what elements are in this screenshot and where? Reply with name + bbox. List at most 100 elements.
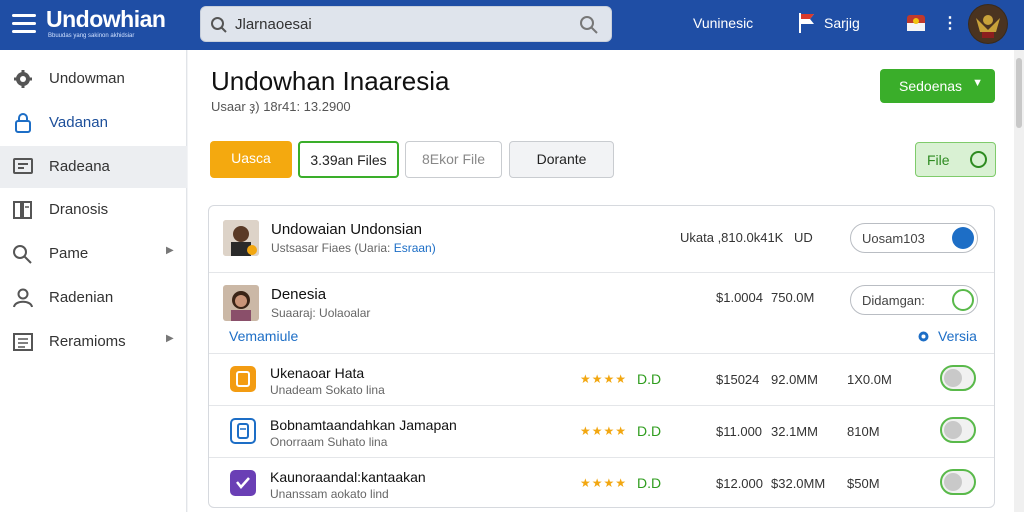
row-currency: UD xyxy=(794,230,813,245)
dorante-button[interactable]: Dorante xyxy=(509,141,614,178)
list-item[interactable]: Undowaian Undonsian Ustsasar Fiaes (Uari… xyxy=(209,206,994,272)
row-name: Bobnamtaandahkan Jamapan xyxy=(270,417,457,433)
row-rating: D.D xyxy=(637,423,662,439)
page-subtitle: Usaar ҙ) 18r41: 13.2900 xyxy=(211,99,351,114)
row-toggle[interactable] xyxy=(940,417,976,443)
app-icon xyxy=(230,366,256,392)
toggle-knob xyxy=(952,227,974,249)
document-icon xyxy=(13,201,32,219)
search-prefix-icon xyxy=(211,17,227,33)
row-name: Undowaian Undonsian xyxy=(271,221,422,238)
versia-link[interactable]: Versia xyxy=(938,328,977,344)
row-amount: Ukata ,810.0k41K xyxy=(680,230,784,245)
menu-icon[interactable] xyxy=(12,14,36,34)
results-panel: Undowaian Undonsian Ustsasar Fiaes (Uari… xyxy=(208,205,995,508)
star-rating-icon: ★★★★ xyxy=(580,424,628,438)
sidebar-item-reramioms[interactable]: Reramioms ▶ xyxy=(0,321,187,363)
primary-dropdown-button[interactable]: Sedoenas ▼ xyxy=(880,69,995,103)
main-content: Undowhan Inaaresia Usaar ҙ) 18r41: 13.29… xyxy=(188,50,1014,512)
row-sub: Ustsasar Fiaes (Uaria: Esraan) xyxy=(271,241,436,255)
row-name: Denesia xyxy=(271,286,327,303)
file-button-label: File xyxy=(927,152,950,168)
row-price: $11.000 xyxy=(716,424,763,439)
chevron-right-icon: ▶ xyxy=(166,245,174,256)
sidebar-item-radeana[interactable]: Radeana xyxy=(0,146,187,188)
chevron-right-icon: ▶ xyxy=(166,333,174,344)
app-logo[interactable]: Undowhian xyxy=(46,6,166,33)
uasca-button[interactable]: Uasca xyxy=(210,141,292,178)
search-icon xyxy=(13,245,32,264)
row-amount: $1.0004 xyxy=(716,290,763,305)
row-rating: D.D xyxy=(637,371,662,387)
toggle-knob xyxy=(952,289,974,311)
top-bar: Undowhian Bbuudas yang sakinon akhidsiar… xyxy=(0,0,1024,50)
lock-icon xyxy=(15,113,31,133)
row-size: 92.0MM xyxy=(771,372,818,387)
row-price: $12.000 xyxy=(716,476,763,491)
row-sub: Unanssam aokato lind xyxy=(270,487,389,501)
row-sub: Suaaraj: Uolaoalar xyxy=(271,306,371,320)
sidebar-item-label: Undowman xyxy=(49,70,125,87)
logo-tagline: Bbuudas yang sakinon akhidsiar xyxy=(48,33,135,39)
user-icon xyxy=(13,288,33,308)
sidebar-item-label: Pame xyxy=(49,245,89,262)
avatar xyxy=(223,285,259,321)
sidebar-item-label: Dranosis xyxy=(49,201,109,218)
status-toggle-pill[interactable]: Uosam103 xyxy=(850,223,978,253)
row-toggle[interactable] xyxy=(940,469,976,495)
row-extra: $50M xyxy=(847,476,880,491)
sidebar-item-label: Vadanan xyxy=(49,114,108,131)
table-row[interactable]: Kaunoraandal:kantaakan Unanssam aokato l… xyxy=(209,458,994,508)
row-rating: D.D xyxy=(637,475,662,491)
section-link[interactable]: Vemamiule xyxy=(229,328,298,344)
list-item[interactable]: Denesia Suaaraj: Uolaoalar $1.0004 750.0… xyxy=(209,273,994,353)
row-toggle[interactable] xyxy=(940,365,976,391)
file-action-button[interactable]: File xyxy=(915,142,996,177)
row-value: 750.0M xyxy=(771,290,815,305)
sidebar-item-pame[interactable]: Pame ▶ xyxy=(0,233,187,275)
row-sub: Onorraam Suhato lina xyxy=(270,435,388,449)
gear-icon xyxy=(918,331,929,342)
avatar xyxy=(223,220,259,256)
status-toggle-pill[interactable]: Didamgan: xyxy=(850,285,978,315)
row-name: Kaunoraandal:kantaakan xyxy=(270,469,426,485)
row-sub: Unadeam Sokato lina xyxy=(270,383,385,397)
sidebar-item-dranosis[interactable]: Dranosis xyxy=(0,189,187,231)
monitor-icon xyxy=(13,158,33,174)
files-button[interactable]: 3.39an Files xyxy=(298,141,399,178)
search-icon[interactable] xyxy=(579,15,599,35)
gear-icon xyxy=(14,70,32,88)
search-bar[interactable]: Jlarnaoesai xyxy=(200,6,612,42)
scrollbar-thumb[interactable] xyxy=(1016,58,1022,128)
table-row[interactable]: Ukenaoar Hata Unadeam Sokato lina ★★★★ D… xyxy=(209,354,994,404)
sidebar-item-label: Radenian xyxy=(49,289,114,306)
emblem-avatar[interactable] xyxy=(968,4,1008,44)
scrollbar[interactable] xyxy=(1014,50,1024,512)
chevron-down-icon: ▼ xyxy=(972,77,983,89)
sidebar-item-radenian[interactable]: Radenian xyxy=(0,277,187,319)
list-icon xyxy=(13,333,33,351)
notification-badge-icon[interactable] xyxy=(905,12,927,34)
sidebar-item-vadanan[interactable]: Vadanan xyxy=(0,102,187,144)
row-price: $15024 xyxy=(716,372,760,387)
search-input[interactable]: Jlarnaoesai xyxy=(235,16,312,33)
page-title: Undowhan Inaaresia xyxy=(211,66,450,96)
file-button-disabled[interactable]: 8Ekor File xyxy=(405,141,502,178)
more-options-icon[interactable]: ⋮ xyxy=(942,13,958,33)
sidebar: Undowman Vadanan Radeana Dranosis Pame ▶… xyxy=(0,50,187,512)
row-size: $32.0MM xyxy=(771,476,826,491)
sidebar-item-undowman[interactable]: Undowman xyxy=(0,58,187,100)
sidebar-item-label: Reramioms xyxy=(49,333,126,350)
app-icon xyxy=(230,418,256,444)
flag-icon[interactable] xyxy=(798,12,816,34)
row-size: 32.1MM xyxy=(771,424,818,439)
app-icon xyxy=(230,470,256,496)
row-name: Ukenaoar Hata xyxy=(270,365,365,381)
primary-button-label: Sedoenas xyxy=(899,78,963,94)
row-extra: 810M xyxy=(847,424,880,439)
row-extra: 1X0.0M xyxy=(847,372,892,387)
sign-in-link[interactable]: Sarjig xyxy=(824,15,860,31)
nav-link[interactable]: Vuninesic xyxy=(693,15,753,31)
sidebar-item-label: Radeana xyxy=(49,158,110,175)
table-row[interactable]: Bobnamtaandahkan Jamapan Onorraam Suhato… xyxy=(209,406,994,457)
